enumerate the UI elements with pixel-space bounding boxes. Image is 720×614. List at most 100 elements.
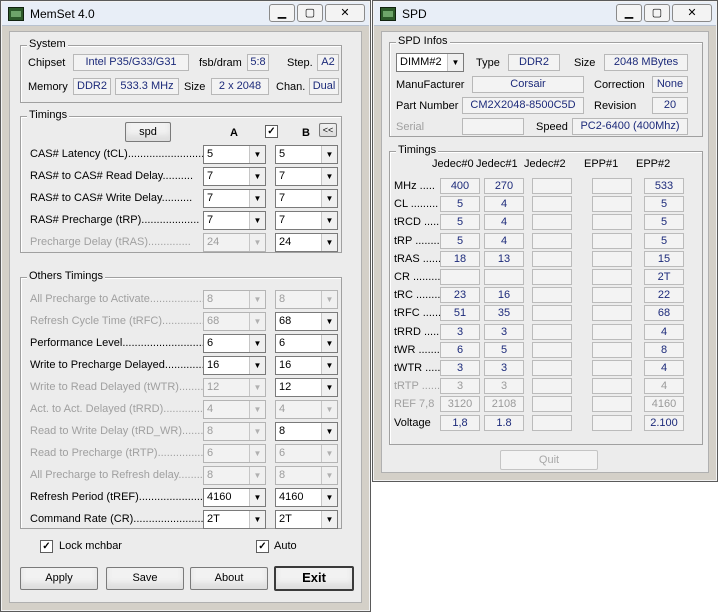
chevron-down-icon: ▼ xyxy=(249,335,265,352)
spd-minimize-button[interactable]: ▁ xyxy=(616,4,642,22)
spd-cell xyxy=(532,341,572,358)
spd-window: SPD ▁ ▢ ✕ SPD Infos DIMM#2 ▼ Type DDR2 S… xyxy=(372,0,718,482)
timing-b-select[interactable]: 2T ▼ xyxy=(275,510,338,529)
spd-client-area: SPD Infos DIMM#2 ▼ Type DDR2 Size 2048 M… xyxy=(381,31,709,473)
timing-b-select[interactable]: 68 ▼ xyxy=(275,312,338,331)
spd-cell: 5 xyxy=(484,341,524,358)
timing-a-select[interactable]: 8 ▼ xyxy=(203,290,266,309)
spd-cell xyxy=(532,250,572,267)
chevron-down-icon: ▼ xyxy=(249,511,265,528)
timing-b-select[interactable]: 6 ▼ xyxy=(275,444,338,463)
timing-b-select[interactable]: 8 ▼ xyxy=(275,422,338,441)
about-button[interactable]: About xyxy=(190,567,268,590)
link-ab-checkbox[interactable]: ✓ xyxy=(265,125,278,138)
chevron-down-icon: ▼ xyxy=(249,467,265,484)
maximize-icon: ▢ xyxy=(304,6,316,19)
timing-a-select[interactable]: 7 ▼ xyxy=(203,189,266,208)
spd-cell xyxy=(532,196,572,213)
chevron-down-icon: ▼ xyxy=(321,467,337,484)
spd-cell: 5 xyxy=(440,196,480,213)
part-number-label: Part Number xyxy=(396,100,459,112)
quit-button[interactable]: Quit xyxy=(500,450,598,470)
memset-titlebar[interactable]: MemSet 4.0 ▁ ▢ ✕ xyxy=(2,2,369,26)
timing-label: All Precharge to Activate...............… xyxy=(30,293,208,305)
timing-a-select[interactable]: 6 ▼ xyxy=(203,334,266,353)
timing-b-select[interactable]: 4 ▼ xyxy=(275,400,338,419)
apply-button[interactable]: Apply xyxy=(20,567,98,590)
timing-a-select-value: 7 xyxy=(207,170,214,182)
spd-row-label: tRP ......... xyxy=(394,234,443,247)
timing-a-select[interactable]: 68 ▼ xyxy=(203,312,266,331)
spd-maximize-button[interactable]: ▢ xyxy=(644,4,670,22)
save-button[interactable]: Save xyxy=(106,567,184,590)
spd-row-label: REF 7,8 xyxy=(394,398,435,411)
spd-titlebar[interactable]: SPD ▁ ▢ ✕ xyxy=(374,2,716,26)
timing-b-select[interactable]: 12 ▼ xyxy=(275,378,338,397)
timing-a-select[interactable]: 8 ▼ xyxy=(203,422,266,441)
minimize-button[interactable]: ▁ xyxy=(269,4,295,22)
timing-label: Refresh Period (tREF)...................… xyxy=(30,491,207,503)
minimize-icon: ▁ xyxy=(277,6,287,19)
spd-cell: 16 xyxy=(484,287,524,304)
spd-cell: 400 xyxy=(440,178,480,194)
spd-cell: 22 xyxy=(644,287,684,304)
timing-a-select[interactable]: 4160 ▼ xyxy=(203,488,266,507)
timing-b-select[interactable]: 6 ▼ xyxy=(275,334,338,353)
maximize-button[interactable]: ▢ xyxy=(297,4,323,22)
spd-cell xyxy=(592,378,632,395)
spd-cell: 6 xyxy=(440,341,480,358)
timing-a-select[interactable]: 5 ▼ xyxy=(203,145,266,164)
speed-label: Speed xyxy=(536,121,568,133)
timing-a-select-value: 68 xyxy=(207,315,220,327)
spd-cell: 5 xyxy=(440,232,480,249)
step-value: A2 xyxy=(317,54,339,71)
timing-a-select[interactable]: 4 ▼ xyxy=(203,400,266,419)
timing-b-select[interactable]: 16 ▼ xyxy=(275,356,338,375)
timing-a-select[interactable]: 16 ▼ xyxy=(203,356,266,375)
timing-b-select[interactable]: 5 ▼ xyxy=(275,145,338,164)
spd-row-label: Voltage xyxy=(394,416,431,429)
manufacturer-label: ManuFacturer xyxy=(396,79,465,91)
spd-cell: 8 xyxy=(644,341,684,358)
timing-label: Precharge Delay (tRAS).............. xyxy=(30,236,191,248)
timing-a-select[interactable]: 7 ▼ xyxy=(203,211,266,230)
exit-button[interactable]: Exit xyxy=(274,566,354,591)
spd-cell xyxy=(532,305,572,322)
timing-a-select[interactable]: 7 ▼ xyxy=(203,167,266,186)
copy-b-to-a-button[interactable]: << xyxy=(319,123,337,137)
chevron-down-icon: ▼ xyxy=(249,445,265,462)
timing-a-select[interactable]: 8 ▼ xyxy=(203,466,266,485)
timing-b-select[interactable]: 7 ▼ xyxy=(275,167,338,186)
spd-cell: 3 xyxy=(440,360,480,376)
spd-cell: 533 xyxy=(644,178,684,194)
timing-a-select[interactable]: 12 ▼ xyxy=(203,378,266,397)
spd-close-button[interactable]: ✕ xyxy=(672,4,712,22)
spd-cell: 4 xyxy=(484,232,524,249)
timing-a-select[interactable]: 6 ▼ xyxy=(203,444,266,463)
dimm-select[interactable]: DIMM#2 ▼ xyxy=(396,53,464,72)
timing-label: Act. to Act. Delayed (tRRD).............… xyxy=(30,403,207,415)
timing-b-select[interactable]: 8 ▼ xyxy=(275,466,338,485)
timing-a-select[interactable]: 24 ▼ xyxy=(203,233,266,252)
timing-b-select-value: 8 xyxy=(279,469,286,481)
timing-a-select[interactable]: 2T ▼ xyxy=(203,510,266,529)
lock-mchbar-checkbox[interactable]: ✓ xyxy=(40,540,53,553)
chevron-down-icon: ▼ xyxy=(249,313,265,330)
spd-button[interactable]: spd xyxy=(125,122,171,142)
timing-b-select[interactable]: 7 ▼ xyxy=(275,211,338,230)
spd-cell xyxy=(532,378,572,395)
chevron-down-icon: ▼ xyxy=(249,489,265,506)
spd-cell: 2T xyxy=(644,269,684,285)
timing-b-select[interactable]: 24 ▼ xyxy=(275,233,338,252)
timings-legend: Timings xyxy=(27,109,70,121)
auto-checkbox[interactable]: ✓ xyxy=(256,540,269,553)
close-icon: ✕ xyxy=(340,6,350,19)
chevron-down-icon: ▼ xyxy=(321,379,337,396)
close-button[interactable]: ✕ xyxy=(325,4,365,22)
timing-b-select[interactable]: 4160 ▼ xyxy=(275,488,338,507)
chan-label: Chan. xyxy=(276,81,306,93)
timing-b-select[interactable]: 8 ▼ xyxy=(275,290,338,309)
spd-row-label: CL ......... xyxy=(394,198,439,211)
spd-column-header: Jedec#2 xyxy=(524,158,566,170)
timing-b-select[interactable]: 7 ▼ xyxy=(275,189,338,208)
